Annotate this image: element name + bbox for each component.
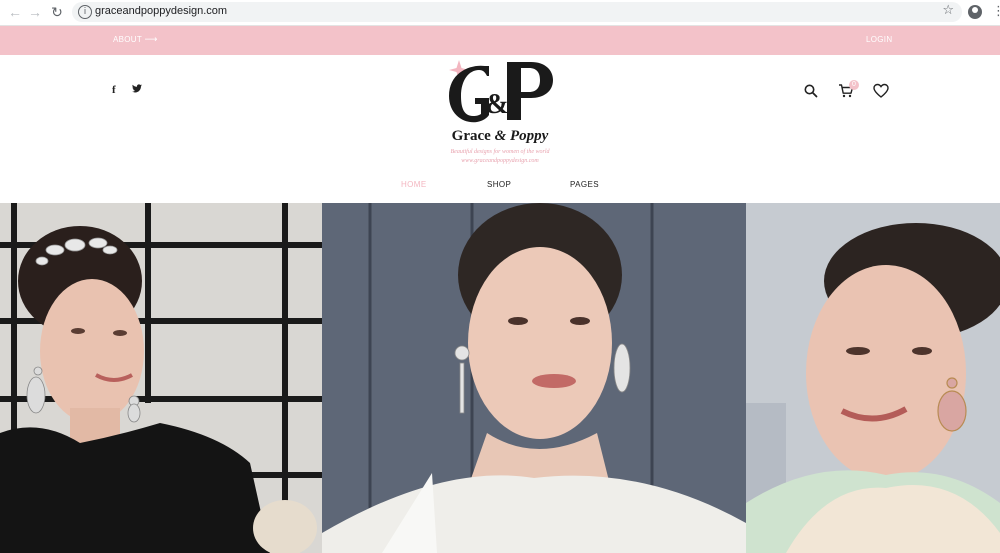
reload-icon[interactable]: ↻	[48, 3, 66, 21]
forward-arrow-icon[interactable]: →	[26, 3, 44, 21]
url-text[interactable]: graceandpoppydesign.com	[95, 5, 227, 17]
back-arrow-icon[interactable]: ←	[6, 3, 24, 21]
hero-photo-tiara[interactable]	[0, 203, 322, 553]
top-bar: ABOUT ⟶ LOGIN	[0, 26, 1000, 55]
about-label: ABOUT	[113, 35, 142, 44]
hero-photo-wall[interactable]	[322, 203, 746, 553]
logo-tagline: Beautiful designs for women of the world…	[430, 148, 570, 166]
logo-tagline-url: www.graceandpoppydesign.com	[461, 158, 539, 164]
account-icon[interactable]	[968, 5, 982, 19]
star-icon[interactable]: ☆	[942, 3, 954, 18]
arrow-right-icon: ⟶	[144, 35, 158, 45]
hero-banner[interactable]	[0, 203, 1000, 553]
facebook-icon[interactable]: f	[112, 84, 116, 96]
about-link[interactable]: ABOUT ⟶	[113, 35, 158, 45]
logo-name-amp: &	[494, 128, 507, 144]
nav-shop[interactable]: SHOP	[487, 180, 511, 189]
logo-monogram[interactable]: &	[445, 58, 557, 126]
logo-tagline-text: Beautiful designs for women of the world	[450, 149, 550, 155]
info-icon[interactable]: i	[78, 5, 92, 19]
browser-toolbar: ← → ↻ i graceandpoppydesign.com ☆ ⋮	[0, 0, 1000, 26]
address-bar[interactable]: i graceandpoppydesign.com ☆	[72, 2, 962, 22]
logo-name-grace: Grace	[451, 128, 491, 144]
logo-name-poppy: Poppy	[509, 128, 549, 144]
twitter-icon[interactable]	[132, 84, 142, 93]
heart-icon[interactable]	[873, 83, 889, 99]
nav-home[interactable]: HOME	[401, 180, 427, 189]
hero-photo-sky[interactable]	[746, 203, 1000, 553]
cart-count-badge: 0	[849, 80, 859, 90]
nav-pages[interactable]: PAGES	[570, 180, 599, 189]
kebab-menu-icon[interactable]: ⋮	[992, 3, 1000, 21]
svg-text:&: &	[485, 89, 508, 120]
search-icon[interactable]	[803, 83, 819, 99]
logo-wordmark[interactable]: Grace & Poppy	[440, 128, 560, 145]
login-link[interactable]: LOGIN	[866, 35, 892, 44]
